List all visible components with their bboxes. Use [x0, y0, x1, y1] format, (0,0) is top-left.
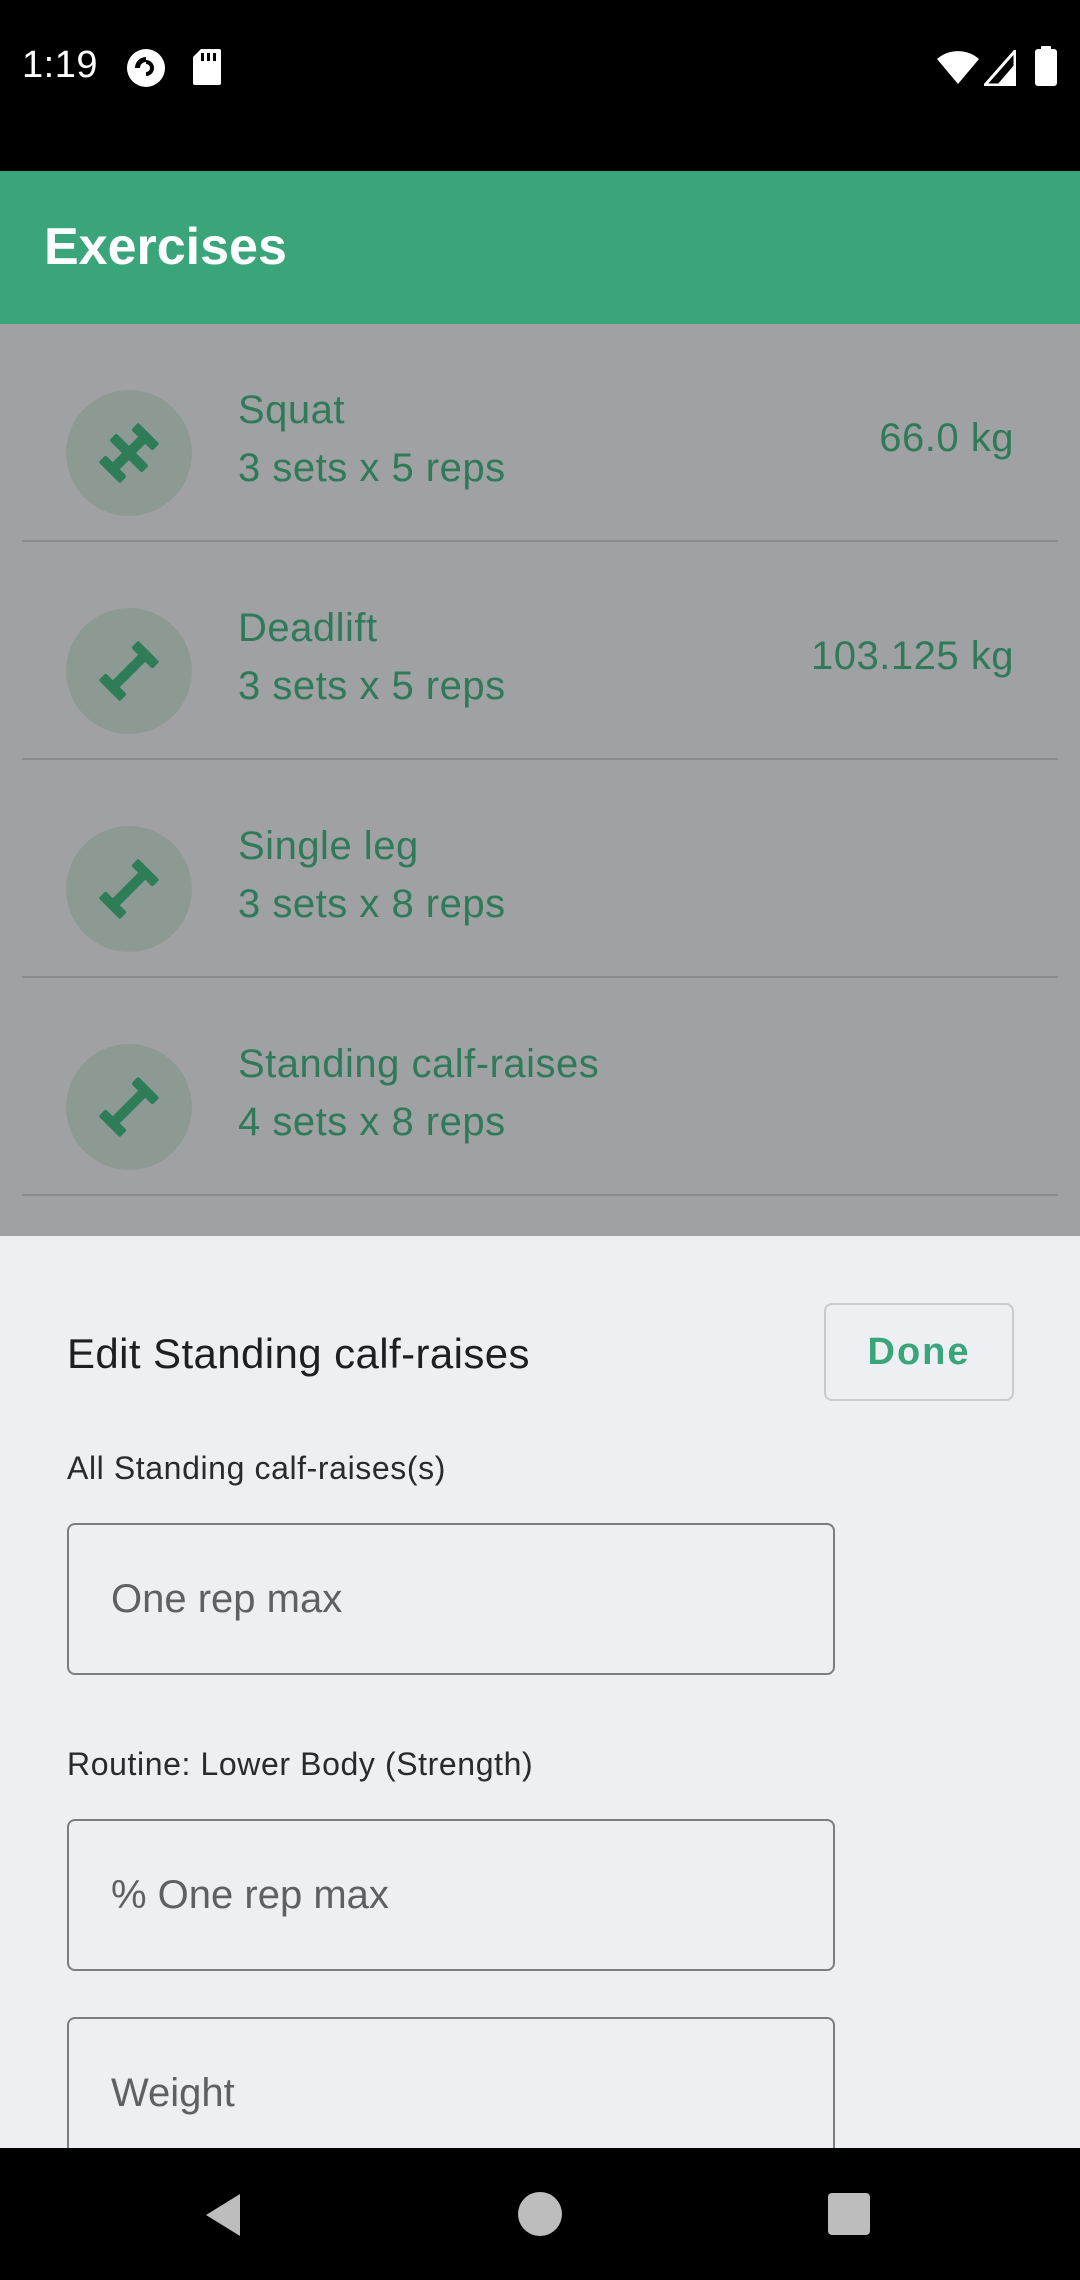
exercise-name: Single leg: [238, 824, 419, 868]
exercise-avatar: [66, 1044, 192, 1170]
battery-icon: [1035, 46, 1057, 86]
exercise-sets: 3 sets x 5 reps: [238, 664, 506, 708]
exercise-weight: 66.0 kg: [879, 416, 1014, 460]
exercise-name: Standing calf-raises: [238, 1042, 600, 1086]
exercise-row-squat[interactable]: Squat 3 sets x 5 reps 66.0 kg: [22, 324, 1058, 542]
exercise-sets: 3 sets x 5 reps: [238, 446, 506, 490]
exercise-name: Deadlift: [238, 606, 378, 650]
weight-input[interactable]: [69, 2019, 833, 2148]
status-bar: 1:19: [0, 0, 1080, 171]
exercise-avatar: [66, 390, 192, 516]
pocket-casts-icon: [127, 49, 165, 87]
one-rep-max-field[interactable]: [67, 1523, 835, 1675]
app-title: Exercises: [44, 218, 287, 276]
dumbbell-icon: [99, 641, 159, 701]
wifi-icon: [937, 51, 979, 84]
weight-field[interactable]: [67, 2017, 835, 2148]
percent-one-rep-max-field[interactable]: [67, 1819, 835, 1971]
exercise-sets: 4 sets x 8 reps: [238, 1100, 506, 1144]
exercise-avatar: [66, 608, 192, 734]
dumbbell-icon: [99, 1077, 159, 1137]
routine-label: Routine: Lower Body (Strength): [67, 1746, 534, 1782]
percent-one-rep-max-input[interactable]: [69, 1821, 833, 1969]
exercise-row-standing-calf-raises[interactable]: Standing calf-raises 4 sets x 8 reps: [22, 978, 1058, 1196]
exercise-sets: 3 sets x 8 reps: [238, 882, 506, 926]
dumbbell-icon: [99, 423, 159, 483]
home-icon[interactable]: [518, 2192, 562, 2236]
recents-icon[interactable]: [828, 2193, 870, 2235]
navigation-bar: [0, 2148, 1080, 2280]
sd-card-icon: [193, 49, 221, 85]
cell-signal-icon: [984, 50, 1016, 86]
exercise-row-single-leg[interactable]: Single leg 3 sets x 8 reps: [22, 760, 1058, 978]
back-icon[interactable]: [200, 2190, 250, 2240]
exercise-list: Squat 3 sets x 5 reps 66.0 kg Deadlift 3…: [0, 324, 1080, 1236]
app-bar: Exercises: [0, 171, 1080, 324]
exercise-row-deadlift[interactable]: Deadlift 3 sets x 5 reps 103.125 kg: [22, 542, 1058, 760]
one-rep-max-input[interactable]: [69, 1525, 833, 1673]
sheet-title: Edit Standing calf-raises: [67, 1330, 530, 1377]
exercise-weight: 103.125 kg: [811, 634, 1014, 678]
status-time: 1:19: [22, 44, 98, 86]
done-button[interactable]: Done: [824, 1303, 1014, 1401]
edit-exercise-sheet: Edit Standing calf-raises Done All Stand…: [0, 1236, 1080, 2148]
all-exercises-label: All Standing calf-raises(s): [67, 1450, 446, 1486]
exercise-name: Squat: [238, 388, 346, 432]
dumbbell-icon: [99, 859, 159, 919]
exercise-avatar: [66, 826, 192, 952]
